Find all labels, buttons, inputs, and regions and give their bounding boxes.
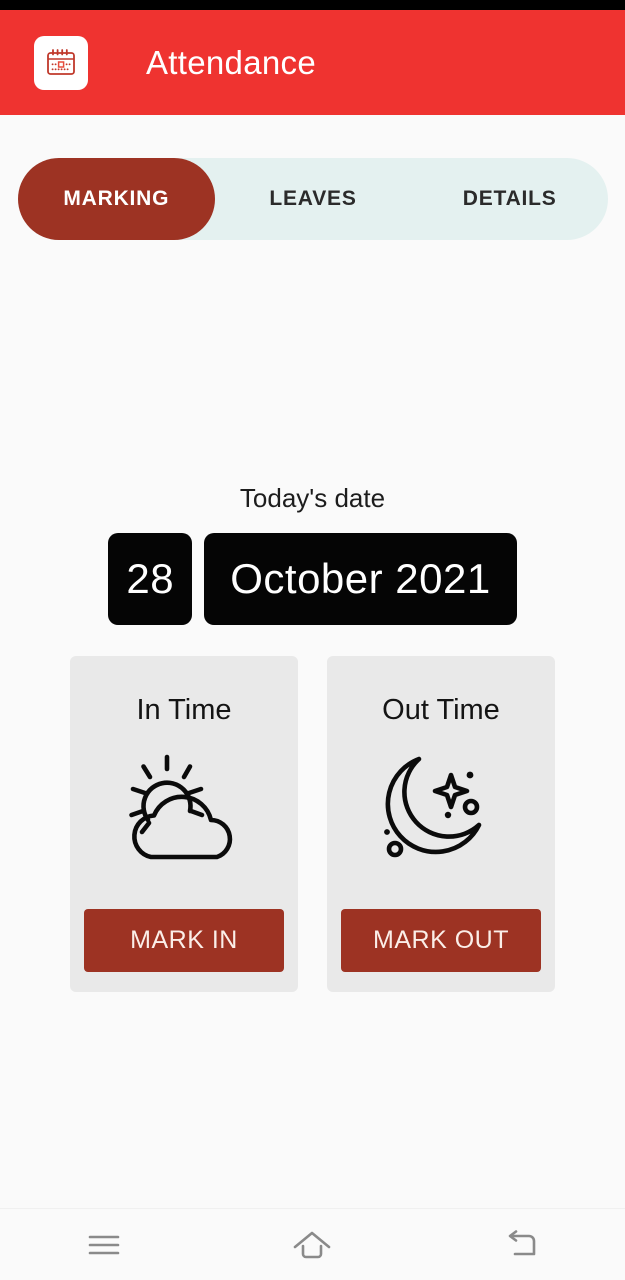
- back-icon[interactable]: [417, 1209, 625, 1280]
- date-month-year-box: October 2021: [204, 533, 517, 625]
- tab-leaves[interactable]: LEAVES: [215, 158, 412, 240]
- tab-marking-label: MARKING: [63, 187, 170, 210]
- calendar-icon: [34, 35, 88, 90]
- date-display: 28 October 2021: [0, 533, 625, 625]
- crescent-moon-stars-icon: [371, 749, 511, 867]
- out-time-card: Out Time MARK OUT: [327, 656, 555, 992]
- tab-marking[interactable]: MARKING: [18, 158, 215, 240]
- sun-behind-cloud-icon: [114, 749, 254, 867]
- recents-menu-icon[interactable]: [0, 1209, 208, 1280]
- mark-out-button[interactable]: MARK OUT: [341, 909, 541, 972]
- tab-details[interactable]: DETAILS: [411, 158, 608, 240]
- mark-in-button[interactable]: MARK IN: [84, 909, 284, 972]
- tab-details-label: DETAILS: [462, 187, 557, 210]
- tab-bar: MARKING LEAVES DETAILS: [18, 158, 608, 240]
- out-time-title: Out Time: [382, 694, 500, 726]
- status-bar: [0, 0, 625, 10]
- home-icon[interactable]: [208, 1209, 416, 1280]
- page-title: Attendance: [146, 43, 316, 81]
- in-time-title: In Time: [136, 694, 232, 726]
- android-nav-bar: [0, 1208, 625, 1280]
- app-header: Attendance: [0, 10, 625, 115]
- date-day-box: 28: [108, 533, 193, 625]
- mark-cards: In Time MARK IN Out Time MARK OUT: [70, 656, 555, 992]
- tab-leaves-label: LEAVES: [269, 187, 357, 210]
- in-time-card: In Time MARK IN: [70, 656, 298, 992]
- app-screen: Attendance MARKING LEAVES DETAILS Today'…: [0, 0, 625, 1280]
- todays-date-label: Today's date: [239, 483, 386, 513]
